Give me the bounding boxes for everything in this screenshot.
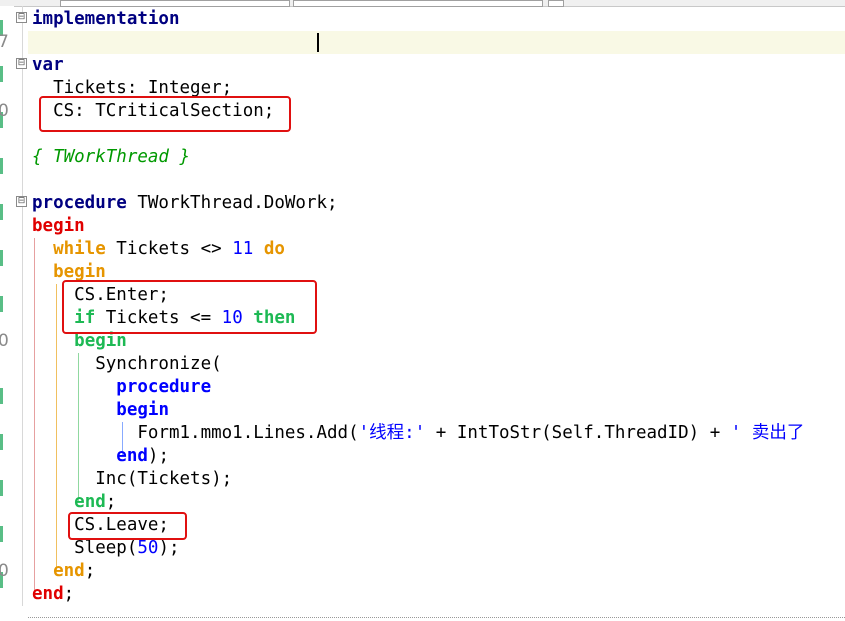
code-line[interactable]: Form1.mmo1.Lines.Add('线程:' + IntToStr(Se…: [32, 422, 804, 445]
method-combobox[interactable]: [293, 0, 543, 7]
code-line[interactable]: Inc(Tickets);: [32, 468, 232, 491]
code-text: );: [147, 446, 169, 466]
unit-combobox[interactable]: [60, 0, 290, 7]
line-number: 0: [0, 331, 9, 351]
code-line[interactable]: Synchronize(: [32, 353, 221, 376]
fold-toggle-icon[interactable]: ⊟: [16, 58, 27, 69]
code-line[interactable]: begin: [32, 399, 169, 422]
modified-line-marker: [0, 480, 3, 496]
code-line[interactable]: { TWorkThread }: [32, 146, 190, 169]
fold-toggle-icon[interactable]: ⊟: [16, 12, 27, 23]
modified-line-marker: [0, 250, 3, 266]
code-text: + IntToStr(Self.ThreadID) +: [425, 423, 731, 443]
keyword: begin: [53, 262, 106, 282]
keyword: begin: [32, 216, 85, 236]
code-text: );: [158, 538, 180, 558]
code-line[interactable]: end);: [32, 445, 169, 468]
code-line[interactable]: var: [32, 54, 64, 77]
line-number: 0: [0, 561, 9, 581]
editor-toolbar: [0, 0, 845, 7]
modified-line-marker: [0, 388, 3, 404]
keyword: do: [263, 239, 285, 259]
modified-line-marker: [0, 158, 3, 174]
annotation-box-critical-section-declaration: [39, 96, 291, 132]
code-line[interactable]: end;: [32, 560, 95, 583]
comment: { TWorkThread }: [32, 147, 191, 167]
code-text: TWorkThread.DoWork;: [126, 193, 338, 213]
modified-line-marker: [0, 296, 3, 312]
modified-line-marker: [0, 204, 3, 220]
number-literal: 50: [137, 538, 159, 558]
fold-column: [22, 6, 23, 606]
annotation-box-cs-enter: [62, 280, 317, 334]
keyword: procedure: [116, 377, 212, 397]
keyword: while: [53, 239, 106, 259]
code-line[interactable]: Sleep(50);: [32, 537, 180, 560]
code-line[interactable]: end;: [32, 583, 74, 606]
code-line[interactable]: end;: [32, 491, 116, 514]
line-number: 0: [0, 101, 9, 121]
keyword: implementation: [32, 9, 180, 29]
keyword: end: [32, 584, 64, 604]
modified-line-marker: [0, 526, 3, 542]
current-line-highlight: [28, 31, 845, 54]
code-text: ;: [105, 492, 117, 512]
combobox-button[interactable]: [548, 0, 564, 7]
code-text: ;: [63, 584, 75, 604]
keyword: end: [53, 561, 85, 581]
end-of-file-divider: [28, 617, 845, 618]
string-literal: ' 卖出了: [730, 423, 805, 443]
line-number-gutter: 7 0 0 0: [0, 6, 14, 621]
annotation-box-cs-leave: [68, 512, 187, 540]
string-literal: '线程:': [358, 423, 426, 443]
code-line[interactable]: implementation: [32, 8, 180, 31]
code-line[interactable]: while Tickets <> 11 do: [32, 238, 285, 261]
modified-line-marker: [0, 66, 3, 82]
number-literal: 11: [232, 239, 254, 259]
code-line[interactable]: procedure TWorkThread.DoWork;: [32, 192, 338, 215]
code-text: Sleep(: [32, 538, 138, 558]
keyword: begin: [74, 331, 127, 351]
keyword: procedure: [32, 193, 127, 213]
keyword: end: [74, 492, 106, 512]
keyword: var: [32, 55, 64, 75]
code-line[interactable]: begin: [32, 215, 85, 238]
fold-toggle-icon[interactable]: ⊟: [16, 196, 27, 207]
code-line[interactable]: procedure: [32, 376, 211, 399]
line-number: 7: [0, 32, 9, 52]
code-text: Form1.mmo1.Lines.Add(: [32, 423, 359, 443]
code-text: ;: [84, 561, 96, 581]
modified-line-marker: [0, 434, 3, 450]
code-text: Tickets <>: [105, 239, 233, 259]
keyword: end: [116, 446, 148, 466]
keyword: begin: [116, 400, 169, 420]
text-caret: [317, 33, 319, 52]
